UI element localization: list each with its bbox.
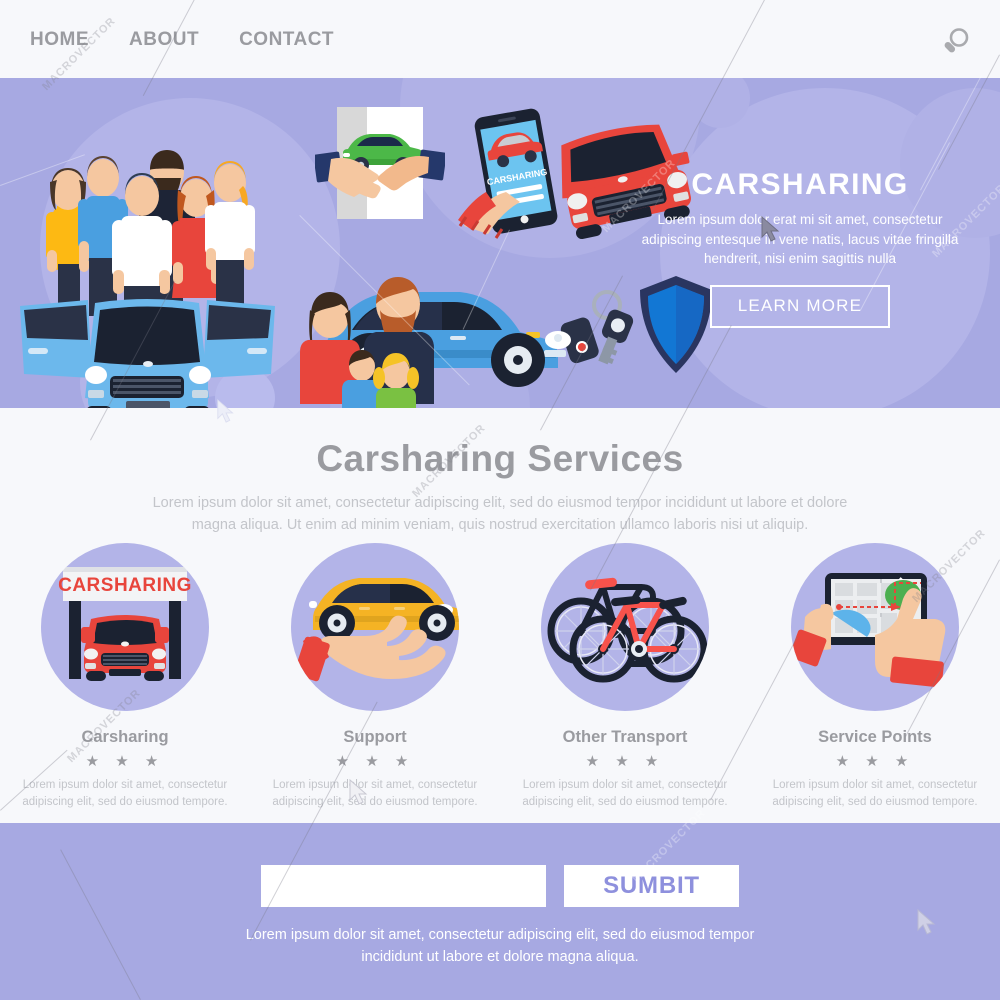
service-card-support[interactable]: Support ★ ★ ★ Lorem ipsum dolor sit amet…: [260, 543, 490, 812]
blue-car-open-doors: [20, 299, 275, 408]
learn-more-button[interactable]: LEARN MORE: [709, 284, 891, 328]
left-hand-holding: [791, 603, 834, 667]
hand-holding-car-icon: [291, 543, 459, 711]
hero-banner: CARSHARING CARSHARING Lorem ipsum dolor …: [0, 78, 1000, 408]
carsharing-station-icon: CARSHARING: [41, 543, 209, 711]
rating-stars: ★ ★ ★: [835, 753, 915, 770]
site-footer: SUMBIT Lorem ipsum dolor sit amet, conse…: [0, 823, 1000, 1000]
service-card-title: Support: [343, 728, 407, 746]
tablet-map-icon: [791, 543, 959, 711]
site-header: HOME ABOUT CONTACT: [0, 0, 1000, 78]
service-card-description: Lorem ipsum dolor sit amet, consectetur …: [772, 779, 978, 809]
family-figures: [300, 277, 434, 408]
service-card-description: Lorem ipsum dolor sit amet, consectetur …: [272, 779, 478, 809]
hero-title: CARSHARING: [691, 168, 909, 201]
service-card-description: Lorem ipsum dolor sit amet, consectetur …: [522, 779, 728, 809]
rating-stars: ★ ★ ★: [85, 753, 165, 770]
phone-booking-app-illustration: CARSHARING: [458, 108, 558, 239]
main-navigation: HOME ABOUT CONTACT: [30, 29, 334, 51]
family-car-illustration: [300, 277, 571, 408]
hero-description: Lorem ipsum dolor erat mi sit amet, cons…: [641, 212, 959, 267]
service-card-carsharing[interactable]: CARSHARING Carsharing ★ ★ ★ Lorem ipsum …: [10, 543, 240, 812]
rating-stars: ★ ★ ★: [585, 753, 665, 770]
service-card-other-transport[interactable]: Other Transport ★ ★ ★ Lorem ipsum dolor …: [510, 543, 740, 812]
service-card-description: Lorem ipsum dolor sit amet, consectetur …: [22, 779, 228, 809]
submit-button[interactable]: SUMBIT: [564, 865, 739, 907]
hero-text-block: CARSHARING Lorem ipsum dolor erat mi sit…: [640, 170, 960, 328]
service-card-service-points[interactable]: Service Points ★ ★ ★ Lorem ipsum dolor s…: [760, 543, 990, 812]
service-card-title: Carsharing: [81, 728, 169, 746]
footer-text: Lorem ipsum dolor sit amet, consectetur …: [245, 927, 755, 965]
nav-item-contact[interactable]: CONTACT: [239, 29, 334, 51]
handshake-deal-illustration: [315, 107, 445, 219]
nav-item-about[interactable]: ABOUT: [129, 29, 199, 51]
section-subtitle: Lorem ipsum dolor sit amet, consectetur …: [152, 495, 848, 534]
service-card-title: Service Points: [818, 728, 932, 746]
search-icon[interactable]: [940, 26, 972, 58]
section-title: Carsharing Services: [316, 438, 684, 479]
services-section: Carsharing Services Lorem ipsum dolor si…: [0, 408, 1000, 823]
carsharing-landing-page: HOME ABOUT CONTACT CARSHARING CARSHARING…: [0, 0, 1000, 1000]
red-car-front-small: [81, 615, 169, 681]
carsharing-sign-label: CARSHARING: [58, 575, 192, 596]
nav-item-home[interactable]: HOME: [30, 29, 89, 51]
service-cards: CARSHARING Carsharing ★ ★ ★ Lorem ipsum …: [0, 543, 1000, 812]
bicycles-icon: [541, 543, 709, 711]
subscribe-form: SUMBIT: [0, 823, 1000, 907]
subscribe-input[interactable]: [261, 865, 546, 907]
rating-stars: ★ ★ ★: [335, 753, 415, 770]
people-group-car-illustration: [20, 150, 275, 408]
service-card-title: Other Transport: [562, 728, 688, 746]
